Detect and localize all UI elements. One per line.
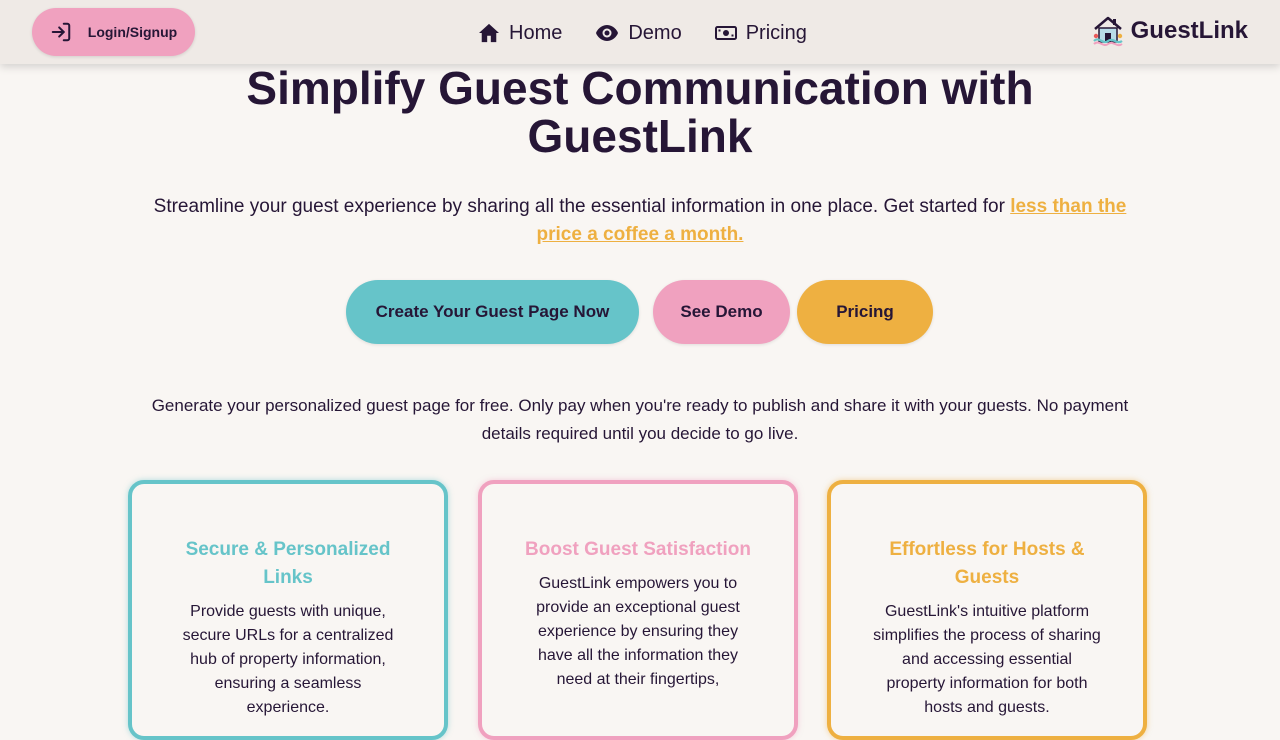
cta-row: Create Your Guest Page Now See Demo Pric… xyxy=(0,280,1280,344)
nav-demo-label: Demo xyxy=(628,21,682,44)
home-icon xyxy=(478,23,500,43)
feature-card-guest-satisfaction: Boost Guest Satisfaction GuestLink empow… xyxy=(478,480,798,740)
feature-card-title: Effortless for Hosts & Guests xyxy=(889,539,1085,588)
feature-card-title: Boost Guest Satisfaction xyxy=(525,539,751,560)
feature-card-effortless: Effortless for Hosts & Guests GuestLink'… xyxy=(827,480,1147,740)
hero-subtitle: Streamline your guest experience by shar… xyxy=(130,193,1150,249)
nav-home-label: Home xyxy=(509,21,563,44)
hero-title: Simplify Guest Communication with GuestL… xyxy=(246,62,1034,162)
see-demo-button[interactable]: See Demo xyxy=(653,280,790,344)
login-icon xyxy=(50,21,72,43)
feature-card-text: GuestLink's intuitive platform simplifie… xyxy=(873,603,1101,716)
feature-card-text: GuestLink empowers you to provide an exc… xyxy=(536,575,740,688)
feature-card-title: Secure & Personalized Links xyxy=(185,539,391,588)
login-signup-label: Login/Signup xyxy=(87,24,178,40)
eye-icon xyxy=(595,24,619,42)
top-navbar: Login/Signup Home Demo Pricing GuestLink xyxy=(0,0,1280,64)
free-generation-note: Generate your personalized guest page fo… xyxy=(151,396,1129,443)
login-signup-button[interactable]: Login/Signup xyxy=(32,8,195,56)
nav-pricing-link[interactable]: Pricing xyxy=(714,21,807,45)
house-logo-icon xyxy=(1091,14,1125,48)
brand[interactable]: GuestLink xyxy=(1091,14,1248,48)
main-nav: Home Demo Pricing xyxy=(478,18,807,48)
feature-card-text: Provide guests with unique, secure URLs … xyxy=(182,603,394,716)
nav-home-link[interactable]: Home xyxy=(478,22,562,45)
pricing-button[interactable]: Pricing xyxy=(797,280,933,344)
nav-demo-link[interactable]: Demo xyxy=(595,21,682,45)
money-icon xyxy=(714,25,737,41)
nav-pricing-label: Pricing xyxy=(745,21,807,44)
create-guest-page-button[interactable]: Create Your Guest Page Now xyxy=(346,280,639,344)
hero-subtitle-text: Streamline your guest experience by shar… xyxy=(153,196,1005,217)
feature-card-secure-links: Secure & Personalized Links Provide gues… xyxy=(128,480,448,740)
brand-name: GuestLink xyxy=(1130,17,1248,44)
